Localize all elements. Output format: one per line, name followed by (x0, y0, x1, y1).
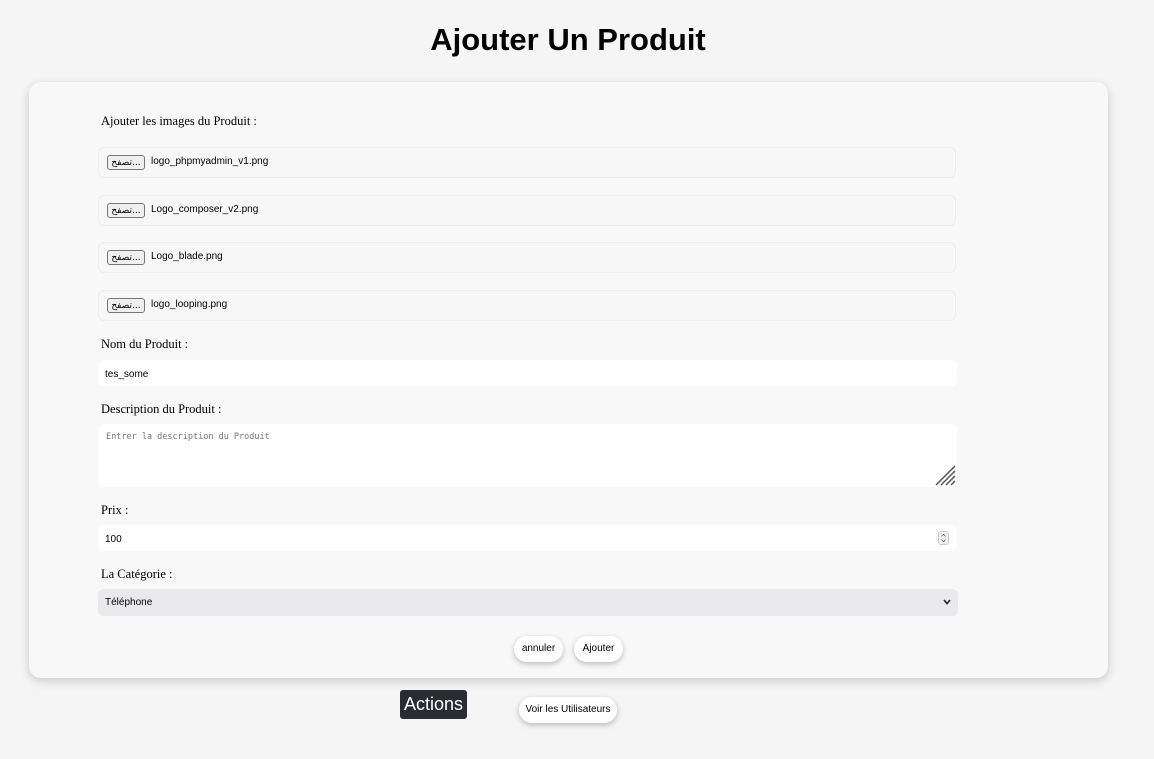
price-value: 100 (105, 534, 122, 545)
file-name-3: Logo_blade.png (151, 251, 223, 262)
file-name-1: logo_phpmyadmin_v1.png (151, 156, 269, 167)
product-name-value: tes_some (105, 369, 149, 380)
actions-label: Actions (400, 690, 467, 719)
images-label: Ajouter les images du Produit : (101, 114, 257, 128)
file-name-4: logo_looping.png (151, 299, 228, 310)
view-users-button[interactable]: Voir les Utilisateurs (519, 697, 617, 723)
description-label: Description du Produit : (101, 402, 222, 416)
category-select[interactable]: Téléphone (98, 589, 958, 616)
file-input-4[interactable]: تصفح... logo_looping.png (98, 290, 956, 321)
name-label: Nom du Produit : (101, 337, 189, 351)
browse-button-4[interactable]: تصفح... (107, 298, 145, 313)
cancel-button[interactable]: annuler (514, 636, 563, 662)
file-input-1[interactable]: تصفح... logo_phpmyadmin_v1.png (98, 147, 956, 178)
add-button[interactable]: Ajouter (574, 636, 623, 662)
page-title: Ajouter Un Produit (430, 22, 706, 57)
chevron-down-icon (943, 599, 951, 605)
description-textarea[interactable]: Entrer la description du Produit (98, 424, 957, 487)
file-name-2: Logo_composer_v2.png (151, 204, 259, 215)
resize-handle-icon[interactable] (934, 464, 956, 486)
file-input-3[interactable]: تصفح... Logo_blade.png (98, 242, 956, 273)
file-input-2[interactable]: تصفح... Logo_composer_v2.png (98, 195, 956, 226)
browse-button-2[interactable]: تصفح... (107, 203, 145, 218)
category-label: La Catégorie : (101, 567, 173, 581)
product-name-input[interactable]: tes_some (98, 360, 957, 386)
category-value: Téléphone (105, 597, 153, 608)
price-input[interactable]: 100 (98, 525, 957, 551)
number-spinner-icon[interactable] (938, 531, 949, 545)
browse-button-3[interactable]: تصفح... (107, 250, 145, 265)
price-label: Prix : (101, 503, 129, 517)
description-placeholder: Entrer la description du Produit (106, 432, 270, 442)
browse-button-1[interactable]: تصفح... (107, 155, 145, 170)
